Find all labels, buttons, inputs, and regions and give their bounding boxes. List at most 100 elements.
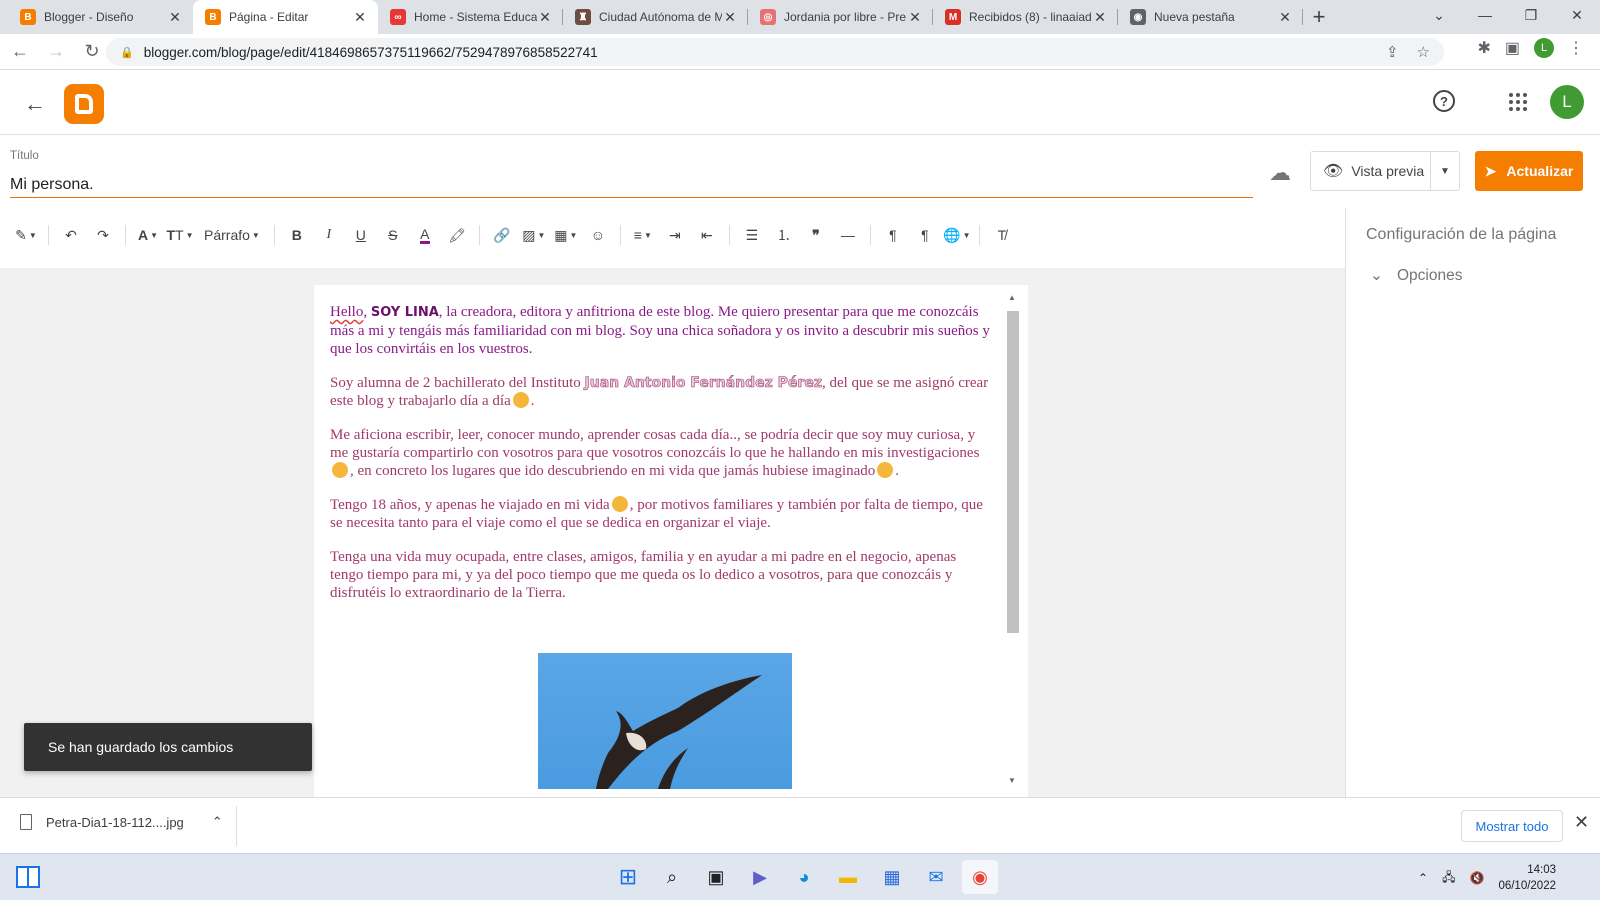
close-tab-icon[interactable]: ✕ xyxy=(1092,9,1108,26)
browser-tab[interactable]: B Blogger - Diseño ✕ xyxy=(8,0,193,34)
extensions-icon[interactable]: ✱ xyxy=(1477,38,1490,58)
numbered-list-icon[interactable]: ⒈ xyxy=(770,220,798,250)
scroll-down-icon[interactable]: ▼ xyxy=(1008,776,1016,785)
profile-avatar[interactable]: L xyxy=(1534,38,1554,58)
emoji-smile-icon xyxy=(512,392,529,408)
outdent-icon[interactable]: ⇤ xyxy=(693,220,721,250)
forward-button[interactable]: → xyxy=(40,36,72,68)
reload-button[interactable]: ↻ xyxy=(76,36,108,68)
chevron-up-icon[interactable]: ⌃ xyxy=(212,814,223,830)
close-download-bar-icon[interactable]: ✕ xyxy=(1574,812,1589,833)
close-tab-icon[interactable]: ✕ xyxy=(907,9,923,26)
highlight-icon[interactable]: 🖍 xyxy=(443,220,471,250)
undo-icon[interactable]: ↶ xyxy=(57,220,85,250)
tab-favicon-icon: B xyxy=(205,9,221,25)
widgets-icon[interactable] xyxy=(16,866,40,888)
bookmark-star-icon[interactable]: ☆ xyxy=(1417,43,1430,61)
link-icon[interactable]: 🔗 xyxy=(488,220,516,250)
quote-icon[interactable]: ❞ xyxy=(802,220,830,250)
volume-mute-icon[interactable]: 🔇 xyxy=(1469,871,1484,885)
close-tab-icon[interactable]: ✕ xyxy=(167,9,183,26)
close-tab-icon[interactable]: ✕ xyxy=(537,9,553,26)
font-icon[interactable]: A ▼ xyxy=(134,220,162,250)
image-icon[interactable]: ▨ ▼ xyxy=(520,220,548,250)
paragraph-dropdown[interactable]: Párrafo ▼ xyxy=(198,220,266,250)
preview-dropdown-icon[interactable]: ▼ xyxy=(1431,166,1459,177)
document-canvas[interactable]: Hello, SOY LINA, la creadora, editora y … xyxy=(314,285,1028,797)
doc-scrollbar[interactable]: ▲ ▼ xyxy=(1006,293,1020,785)
video-icon[interactable]: ▦ ▼ xyxy=(552,220,580,250)
page-settings-panel: Configuración de la página ⌄ Opciones xyxy=(1345,208,1600,797)
text-color-icon[interactable]: A xyxy=(411,220,439,250)
side-panel-icon[interactable]: ▣ xyxy=(1505,38,1520,58)
post-body[interactable]: Hello, SOY LINA, la creadora, editora y … xyxy=(330,303,990,618)
clock[interactable]: 14:03 06/10/2022 xyxy=(1498,862,1556,894)
back-button[interactable]: ← xyxy=(4,36,36,68)
chrome-icon[interactable]: ◉ xyxy=(962,860,998,894)
browser-tab[interactable]: ◉ Nueva pestaña ✕ xyxy=(1118,0,1303,34)
clear-format-icon[interactable]: T̸ xyxy=(988,220,1016,250)
browser-menu-icon[interactable]: ⋮ xyxy=(1568,38,1584,58)
bulleted-list-icon[interactable]: ☰ xyxy=(738,220,766,250)
apps-grid-icon[interactable] xyxy=(1509,93,1527,111)
title-input[interactable] xyxy=(10,172,1253,198)
help-icon[interactable]: ? xyxy=(1433,90,1455,112)
chat-icon[interactable]: ▶ xyxy=(742,860,778,894)
share-icon[interactable]: ⇪ xyxy=(1386,43,1399,61)
browser-tab[interactable]: M Recibidos (8) - linaaiadi ✕ xyxy=(933,0,1118,34)
scroll-up-icon[interactable]: ▲ xyxy=(1008,293,1016,302)
browser-tab[interactable]: ∞ Home - Sistema Educat ✕ xyxy=(378,0,563,34)
options-label: Opciones xyxy=(1397,266,1463,284)
browser-tab[interactable]: ♜ Ciudad Autónoma de M ✕ xyxy=(563,0,748,34)
update-button[interactable]: ➤ Actualizar xyxy=(1475,151,1583,191)
emoji-wink-icon xyxy=(877,462,894,478)
download-item[interactable]: Petra-Dia1-18-112....jpg ⌃ xyxy=(20,814,223,830)
file-explorer-icon[interactable]: ▬ xyxy=(830,860,866,894)
close-tab-icon[interactable]: ✕ xyxy=(722,9,738,26)
indent-icon[interactable]: ⇥ xyxy=(661,220,689,250)
hello-word: Hello xyxy=(330,304,364,320)
horizontal-line-icon[interactable]: — xyxy=(834,220,862,250)
restore-button[interactable]: ❐ xyxy=(1508,0,1554,30)
italic-icon[interactable]: I xyxy=(315,220,343,250)
swift-bird-image[interactable] xyxy=(538,653,792,789)
preview-button[interactable]: 👁 Vista previa ▼ xyxy=(1310,151,1460,191)
language-icon[interactable]: 🌐 ▼ xyxy=(943,220,971,250)
align-icon[interactable]: ≡ ▼ xyxy=(629,220,657,250)
emoji-icon[interactable]: ☺ xyxy=(584,220,612,250)
network-icon[interactable]: 🖧 xyxy=(1442,868,1455,889)
options-toggle[interactable]: ⌄ Opciones xyxy=(1370,266,1462,285)
emoji-halo-icon xyxy=(332,462,348,478)
task-view-icon[interactable]: ▣ xyxy=(698,860,734,894)
search-icon[interactable]: ⌕ xyxy=(654,860,690,894)
close-tab-icon[interactable]: ✕ xyxy=(352,9,368,26)
show-all-button[interactable]: Mostrar todo xyxy=(1461,810,1563,842)
blogger-logo[interactable] xyxy=(64,84,104,124)
store-icon[interactable]: ▦ xyxy=(874,860,910,894)
tray-chevron-icon[interactable]: ⌃ xyxy=(1418,871,1428,885)
user-avatar[interactable]: L xyxy=(1550,85,1584,119)
url-bar[interactable]: 🔒 blogger.com/blog/page/edit/41846986573… xyxy=(106,38,1444,66)
mail-icon[interactable]: ✉ xyxy=(918,860,954,894)
close-tab-icon[interactable]: ✕ xyxy=(1277,9,1293,26)
edit-mode-icon[interactable]: ✎ ▼ xyxy=(12,220,40,250)
redo-icon[interactable]: ↷ xyxy=(89,220,117,250)
close-window-button[interactable]: ✕ xyxy=(1554,0,1600,30)
minimize-button[interactable]: — xyxy=(1462,0,1508,30)
tab-search-icon[interactable]: ⌄ xyxy=(1416,0,1462,30)
new-tab-button[interactable]: + xyxy=(1303,0,1335,34)
font-size-icon[interactable]: T T ▼ xyxy=(166,220,194,250)
windows-taskbar: ⊞ ⌕ ▣ ▶ ◕ ▬ ▦ ✉ ◉ ⌃ 🖧 🔇 14:03 06/10/2022 xyxy=(0,853,1600,900)
browser-tab[interactable]: ◎ Jordania por libre - Pre ✕ xyxy=(748,0,933,34)
back-arrow-icon[interactable]: ← xyxy=(24,91,46,117)
underline-icon[interactable]: U xyxy=(347,220,375,250)
rtl-icon[interactable]: ¶ xyxy=(911,220,939,250)
ltr-icon[interactable]: ¶ xyxy=(879,220,907,250)
scroll-thumb[interactable] xyxy=(1007,311,1019,633)
edge-icon[interactable]: ◕ xyxy=(786,860,822,894)
bold-icon[interactable]: B xyxy=(283,220,311,250)
strikethrough-icon[interactable]: S xyxy=(379,220,407,250)
start-icon[interactable]: ⊞ xyxy=(610,860,646,894)
browser-tab[interactable]: B Página - Editar ✕ xyxy=(193,0,378,34)
tab-favicon-icon: ◎ xyxy=(760,9,776,25)
